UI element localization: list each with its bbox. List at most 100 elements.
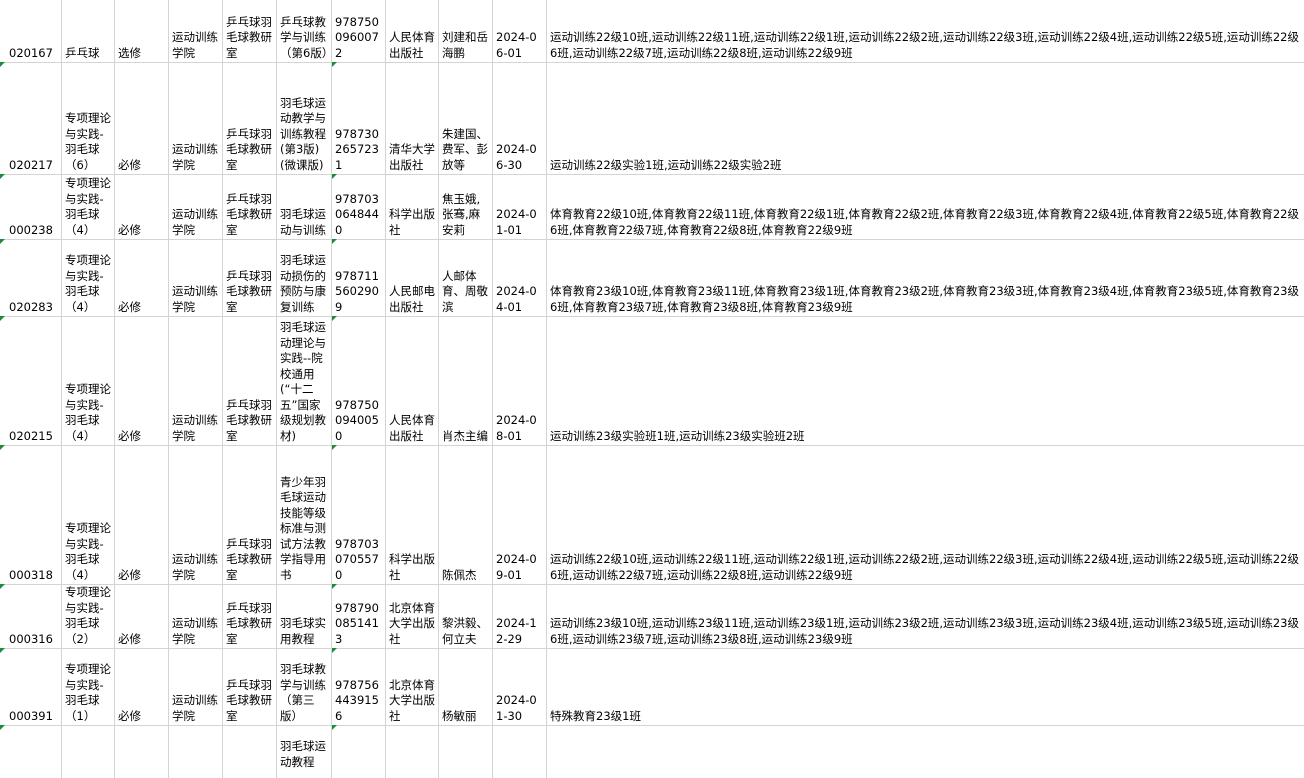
department-cell[interactable]: 乒乓球羽毛球教研室	[223, 445, 277, 584]
publisher-cell[interactable]: 科学出版社	[386, 174, 439, 239]
course-type-cell[interactable]: 必修	[115, 445, 169, 584]
publisher-cell[interactable]	[386, 725, 439, 778]
course-type-cell[interactable]: 必修	[115, 584, 169, 648]
textbook-title-cell[interactable]: 羽毛球运动理论与实践--院校通用(“十二五”国家级规划教材)	[277, 316, 332, 445]
publisher-cell[interactable]: 科学出版社	[386, 445, 439, 584]
author-cell[interactable]	[439, 725, 493, 778]
classes-cell[interactable]: 运动训练23级10班,运动训练23级11班,运动训练23级1班,运动训练23级2…	[547, 584, 1304, 648]
department-cell[interactable]	[223, 725, 277, 778]
author-cell[interactable]: 焦玉娥,张骞,麻安莉	[439, 174, 493, 239]
course-name-cell[interactable]: 专项理论与实践-羽毛球（2）	[62, 584, 115, 648]
classes-cell[interactable]: 体育教育22级10班,体育教育22级11班,体育教育22级1班,体育教育22级2…	[547, 174, 1304, 239]
classes-cell[interactable]: 运动训练22级实验1班,运动训练22级实验2班	[547, 62, 1304, 174]
course-type-cell[interactable]: 选修	[115, 0, 169, 62]
classes-cell[interactable]: 运动训练23级实验班1班,运动训练23级实验班2班	[547, 316, 1304, 445]
college-cell[interactable]: 运动训练学院	[169, 445, 223, 584]
department-cell[interactable]: 乒乓球羽毛球教研室	[223, 0, 277, 62]
isbn-cell[interactable]: 9787500960072	[332, 0, 386, 62]
department-cell[interactable]: 乒乓球羽毛球教研室	[223, 316, 277, 445]
college-cell[interactable]: 运动训练学院	[169, 648, 223, 725]
course-code-cell[interactable]: 000238	[0, 174, 62, 239]
course-name-cell[interactable]: 专项理论与实践-羽毛球（4）	[62, 239, 115, 316]
course-code-cell[interactable]: 000316	[0, 584, 62, 648]
classes-cell[interactable]: 运动训练22级10班,运动训练22级11班,运动训练22级1班,运动训练22级2…	[547, 0, 1304, 62]
publisher-cell[interactable]: 清华大学出版社	[386, 62, 439, 174]
publisher-cell[interactable]: 人民邮电出版社	[386, 239, 439, 316]
college-cell[interactable]: 运动训练学院	[169, 584, 223, 648]
textbook-title-cell[interactable]: 羽毛球运动损伤的预防与康复训练	[277, 239, 332, 316]
date-cell[interactable]	[493, 725, 547, 778]
textbook-title-cell[interactable]: 羽毛球实用教程	[277, 584, 332, 648]
author-cell[interactable]: 黎洪毅、何立夫	[439, 584, 493, 648]
course-type-cell[interactable]: 必修	[115, 239, 169, 316]
date-cell[interactable]: 2024-01-30	[493, 648, 547, 725]
course-type-cell[interactable]: 必修	[115, 316, 169, 445]
date-cell[interactable]: 2024-01-01	[493, 174, 547, 239]
course-name-cell[interactable]: 专项理论与实践-羽毛球（4）	[62, 445, 115, 584]
isbn-cell[interactable]: 9787115602909	[332, 239, 386, 316]
department-cell[interactable]: 乒乓球羽毛球教研室	[223, 62, 277, 174]
textbook-title-cell[interactable]: 羽毛球运动教程	[277, 725, 332, 778]
department-cell[interactable]: 乒乓球羽毛球教研室	[223, 239, 277, 316]
author-cell[interactable]: 刘建和岳海鹏	[439, 0, 493, 62]
author-cell[interactable]: 人邮体育、周敬滨	[439, 239, 493, 316]
publisher-cell[interactable]: 人民体育出版社	[386, 0, 439, 62]
course-code-cell[interactable]: 020283	[0, 239, 62, 316]
course-type-cell[interactable]: 必修	[115, 648, 169, 725]
college-cell[interactable]: 运动训练学院	[169, 239, 223, 316]
department-cell[interactable]: 乒乓球羽毛球教研室	[223, 648, 277, 725]
college-cell[interactable]: 运动训练学院	[169, 174, 223, 239]
course-type-cell[interactable]	[115, 725, 169, 778]
publisher-cell[interactable]: 北京体育大学出版社	[386, 584, 439, 648]
author-cell[interactable]: 朱建国、费军、彭放等	[439, 62, 493, 174]
cell-indicator-icon	[332, 62, 337, 67]
course-name-cell[interactable]: 乒乓球	[62, 0, 115, 62]
date-cell[interactable]: 2024-08-01	[493, 316, 547, 445]
date-cell[interactable]: 2024-06-01	[493, 0, 547, 62]
isbn-cell[interactable]: 9787030648440	[332, 174, 386, 239]
textbook-title-cell[interactable]: 羽毛球运动与训练	[277, 174, 332, 239]
course-code-cell[interactable]	[0, 725, 62, 778]
textbook-title-cell[interactable]: 乒乓球教学与训练（第6版）	[277, 0, 332, 62]
date-cell[interactable]: 2024-06-30	[493, 62, 547, 174]
isbn-cell[interactable]: 9787564439156	[332, 648, 386, 725]
course-code-cell[interactable]: 020167	[0, 0, 62, 62]
course-name-cell[interactable]: 专项理论与实践-羽毛球（6）	[62, 62, 115, 174]
college-cell[interactable]	[169, 725, 223, 778]
textbook-title-cell[interactable]: 青少年羽毛球运动技能等级标准与测试方法教学指导用书	[277, 445, 332, 584]
college-cell[interactable]: 运动训练学院	[169, 0, 223, 62]
course-type-cell[interactable]: 必修	[115, 174, 169, 239]
classes-cell[interactable]: 体育教育23级10班,体育教育23级11班,体育教育23级1班,体育教育23级2…	[547, 239, 1304, 316]
course-code-cell[interactable]: 020215	[0, 316, 62, 445]
isbn-cell[interactable]: 9787302657231	[332, 62, 386, 174]
isbn-cell[interactable]	[332, 725, 386, 778]
college-cell[interactable]: 运动训练学院	[169, 316, 223, 445]
course-name-cell[interactable]: 专项理论与实践-羽毛球（4）	[62, 174, 115, 239]
classes-cell[interactable]: 运动训练22级10班,运动训练22级11班,运动训练22级1班,运动训练22级2…	[547, 445, 1304, 584]
publisher-cell[interactable]: 北京体育大学出版社	[386, 648, 439, 725]
author-cell[interactable]: 陈佩杰	[439, 445, 493, 584]
isbn-cell[interactable]: 9787500940050	[332, 316, 386, 445]
course-name-cell[interactable]: 专项理论与实践-羽毛球（4）	[62, 316, 115, 445]
classes-cell[interactable]	[547, 725, 1304, 778]
course-code-cell[interactable]: 000391	[0, 648, 62, 725]
course-code-cell[interactable]: 020217	[0, 62, 62, 174]
course-code-cell[interactable]: 000318	[0, 445, 62, 584]
course-type-cell[interactable]: 必修	[115, 62, 169, 174]
date-cell[interactable]: 2024-12-29	[493, 584, 547, 648]
course-name-cell[interactable]: 专项理论与实践-羽毛球（1）	[62, 648, 115, 725]
college-cell[interactable]: 运动训练学院	[169, 62, 223, 174]
publisher-cell[interactable]: 人民体育出版社	[386, 316, 439, 445]
date-cell[interactable]: 2024-09-01	[493, 445, 547, 584]
textbook-title-cell[interactable]: 羽毛球教学与训练（第三版）	[277, 648, 332, 725]
department-cell[interactable]: 乒乓球羽毛球教研室	[223, 174, 277, 239]
classes-cell[interactable]: 特殊教育23级1班	[547, 648, 1304, 725]
author-cell[interactable]: 杨敏丽	[439, 648, 493, 725]
date-cell[interactable]: 2024-04-01	[493, 239, 547, 316]
department-cell[interactable]: 乒乓球羽毛球教研室	[223, 584, 277, 648]
author-cell[interactable]: 肖杰主编	[439, 316, 493, 445]
isbn-cell[interactable]: 9787030705570	[332, 445, 386, 584]
isbn-cell[interactable]: 9787900851413	[332, 584, 386, 648]
course-name-cell[interactable]	[62, 725, 115, 778]
textbook-title-cell[interactable]: 羽毛球运动教学与训练教程(第3版)(微课版)	[277, 62, 332, 174]
